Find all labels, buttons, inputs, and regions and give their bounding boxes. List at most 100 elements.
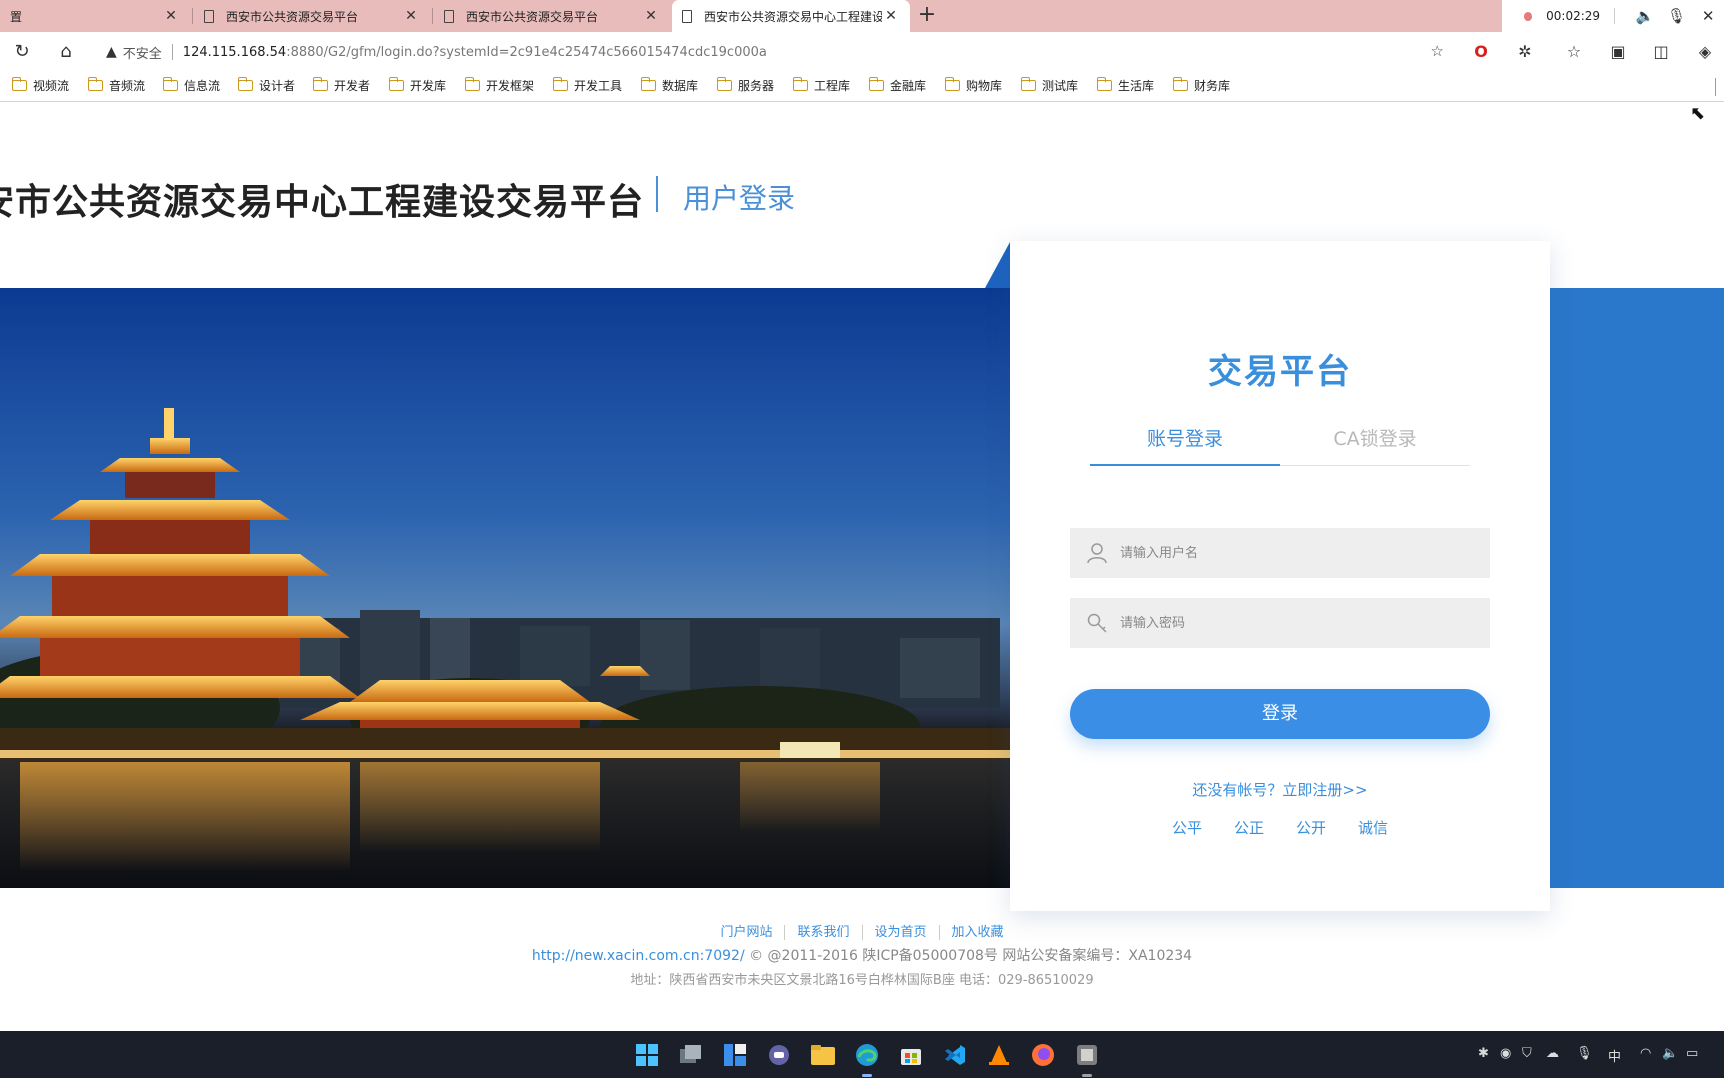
tab-4-active[interactable]: 西安市公共资源交易中心工程建设 ✕ (672, 0, 910, 32)
wechat-icon[interactable]: ◉ (1500, 1046, 1511, 1061)
bookmark-label: 设计者 (259, 79, 296, 93)
web-page: ⬉ 安市公共资源交易中心工程建设交易平台 用户登录 交易平台 账号登录 CA锁登… (0, 103, 1724, 1031)
volume-icon[interactable]: 🔈 (1662, 1046, 1678, 1061)
close-icon[interactable]: ✕ (882, 8, 900, 24)
bookmark-label: 开发库 (410, 79, 447, 93)
bookmark-folder[interactable]: 生活库 (1096, 77, 1154, 94)
password-input[interactable] (1120, 598, 1490, 648)
bookmark-folder[interactable]: 音频流 (87, 77, 145, 94)
speaker-icon[interactable]: 🔈 (1634, 7, 1656, 25)
password-field[interactable] (1070, 598, 1490, 648)
address-bar[interactable]: ▲ 不安全 124.115.168.54:8880/G2/gfm/login.d… (96, 37, 1454, 67)
battery-icon[interactable]: ▭ (1686, 1046, 1698, 1061)
screenshot-icon[interactable]: ◫ (1648, 40, 1674, 64)
folder-icon (388, 77, 404, 91)
folder-icon (464, 77, 480, 91)
bookmark-label: 数据库 (662, 79, 699, 93)
username-input[interactable] (1120, 528, 1490, 578)
tab-account-login[interactable]: 账号登录 (1090, 424, 1280, 466)
footer-url[interactable]: http://new.xacin.com.cn:7092/ (532, 948, 745, 964)
key-icon (1084, 610, 1110, 636)
bookmark-folder[interactable]: 数据库 (640, 77, 699, 94)
wifi-icon[interactable]: ◠ (1640, 1046, 1651, 1061)
footer-link-contact[interactable]: 联系我们 (785, 925, 863, 940)
folder-icon (237, 77, 253, 91)
bookmark-folder[interactable]: 开发者 (312, 77, 370, 94)
bookmark-folder[interactable]: 开发框架 (464, 77, 535, 94)
task-view-icon[interactable] (676, 1040, 706, 1070)
footer-link-homepage[interactable]: 设为首页 (862, 925, 940, 940)
edge-browser-icon[interactable] (852, 1040, 882, 1070)
microphone-icon[interactable]: 🎙 (1666, 7, 1688, 25)
login-button[interactable]: 登录 (1070, 689, 1490, 739)
recorder-bar: 00:02:29 🔈 🎙 ✕ (1502, 0, 1724, 32)
footer-link-portal[interactable]: 门户网站 (708, 925, 786, 940)
teams-chat-icon[interactable] (764, 1040, 794, 1070)
extensions-icon[interactable]: ✲ (1512, 40, 1538, 64)
app-window-icon[interactable] (1072, 1040, 1102, 1070)
bookmark-label: 财务库 (1194, 79, 1231, 93)
record-indicator-icon (1524, 11, 1533, 21)
input-method-indicator[interactable]: 中 (1608, 1046, 1621, 1065)
footer-links: 门户网站 联系我们 设为首页 加入收藏 (0, 921, 1724, 940)
value-fair[interactable]: 公平 (1172, 817, 1202, 838)
bookmark-label: 开发工具 (574, 79, 623, 93)
close-icon[interactable]: ✕ (642, 8, 660, 24)
bookmark-folder[interactable]: 测试库 (1020, 77, 1078, 94)
onedrive-icon[interactable]: ☁ (1546, 1046, 1559, 1061)
file-explorer-icon[interactable] (808, 1040, 838, 1070)
favorites-icon[interactable]: ☆ (1561, 40, 1587, 64)
login-card: 交易平台 账号登录 CA锁登录 登录 还没有帐号？立即注册>> 公平 公正 (1010, 241, 1550, 911)
security-shield-icon[interactable]: ⛉ (1522, 1046, 1532, 1061)
widgets-icon[interactable] (720, 1040, 750, 1070)
value-just[interactable]: 公正 (1234, 817, 1264, 838)
tab-3[interactable]: 西安市公共资源交易平台 ✕ (434, 0, 670, 32)
folder-icon (552, 77, 568, 91)
bookmark-folder[interactable]: 视频流 (11, 77, 69, 94)
folder-icon (312, 77, 328, 91)
bluetooth-icon[interactable]: ✱ (1478, 1046, 1489, 1061)
footer-copyright: http://new.xacin.com.cn:7092/ © @2011-20… (0, 945, 1724, 965)
footer-link-favorite[interactable]: 加入收藏 (940, 925, 1016, 940)
bookmark-folder[interactable]: 金融库 (868, 77, 926, 94)
browser-essentials-icon[interactable]: ◈ (1692, 40, 1718, 64)
new-tab-button[interactable]: + (914, 3, 940, 29)
close-icon[interactable]: ✕ (402, 8, 420, 24)
close-icon[interactable]: ✕ (1697, 7, 1719, 25)
vscode-icon[interactable] (940, 1040, 970, 1070)
bookmark-folder[interactable]: 信息流 (162, 77, 220, 94)
browser-toolbar: ↻ ⌂ ▲ 不安全 124.115.168.54:8880/G2/gfm/log… (0, 32, 1724, 72)
value-integrity[interactable]: 诚信 (1358, 817, 1388, 838)
login-title: 交易平台 (1208, 352, 1352, 392)
bookmark-folder[interactable]: 设计者 (237, 77, 296, 94)
bookmark-folder[interactable]: 购物库 (944, 77, 1002, 94)
username-field[interactable] (1070, 528, 1490, 578)
vlc-icon[interactable] (984, 1040, 1014, 1070)
collections-icon[interactable]: ▣ (1605, 40, 1631, 64)
close-icon[interactable]: ✕ (162, 8, 180, 24)
footer-address: 地址：陕西省西安市未央区文景北路16号白桦林国际B座 电话：029-865100… (630, 973, 1094, 988)
reload-icon[interactable]: ↻ (10, 40, 34, 64)
opera-adblock-icon[interactable]: O (1468, 40, 1494, 64)
bookmark-label: 开发框架 (486, 79, 535, 93)
bookmark-folder[interactable]: 开发工具 (552, 77, 623, 94)
microsoft-store-icon[interactable] (896, 1040, 926, 1070)
bookmark-folder[interactable]: 服务器 (716, 77, 774, 94)
register-link[interactable]: 还没有帐号？立即注册>> (1010, 779, 1550, 800)
start-windows-icon[interactable] (632, 1040, 662, 1070)
tab-ca-login[interactable]: CA锁登录 (1280, 424, 1470, 466)
tab-divider (192, 8, 193, 24)
value-open[interactable]: 公开 (1296, 817, 1326, 838)
bookmark-folder[interactable]: 工程库 (792, 77, 850, 94)
bookmark-folder[interactable]: 财务库 (1172, 77, 1231, 94)
title-divider (656, 176, 658, 212)
tab-2[interactable]: 西安市公共资源交易平台 ✕ (194, 0, 430, 32)
page-subtitle: 用户登录 (683, 182, 796, 215)
mouse-cursor-icon: ⬉ (1690, 103, 1706, 124)
tab-1[interactable]: 置 ✕ (0, 0, 190, 32)
firefox-icon[interactable] (1028, 1040, 1058, 1070)
bookmark-folder[interactable]: 开发库 (388, 77, 447, 94)
add-favorite-icon[interactable]: ☆ (1431, 42, 1444, 60)
microphone-icon[interactable]: 🎙 (1576, 1046, 1593, 1061)
home-icon[interactable]: ⌂ (54, 40, 78, 64)
